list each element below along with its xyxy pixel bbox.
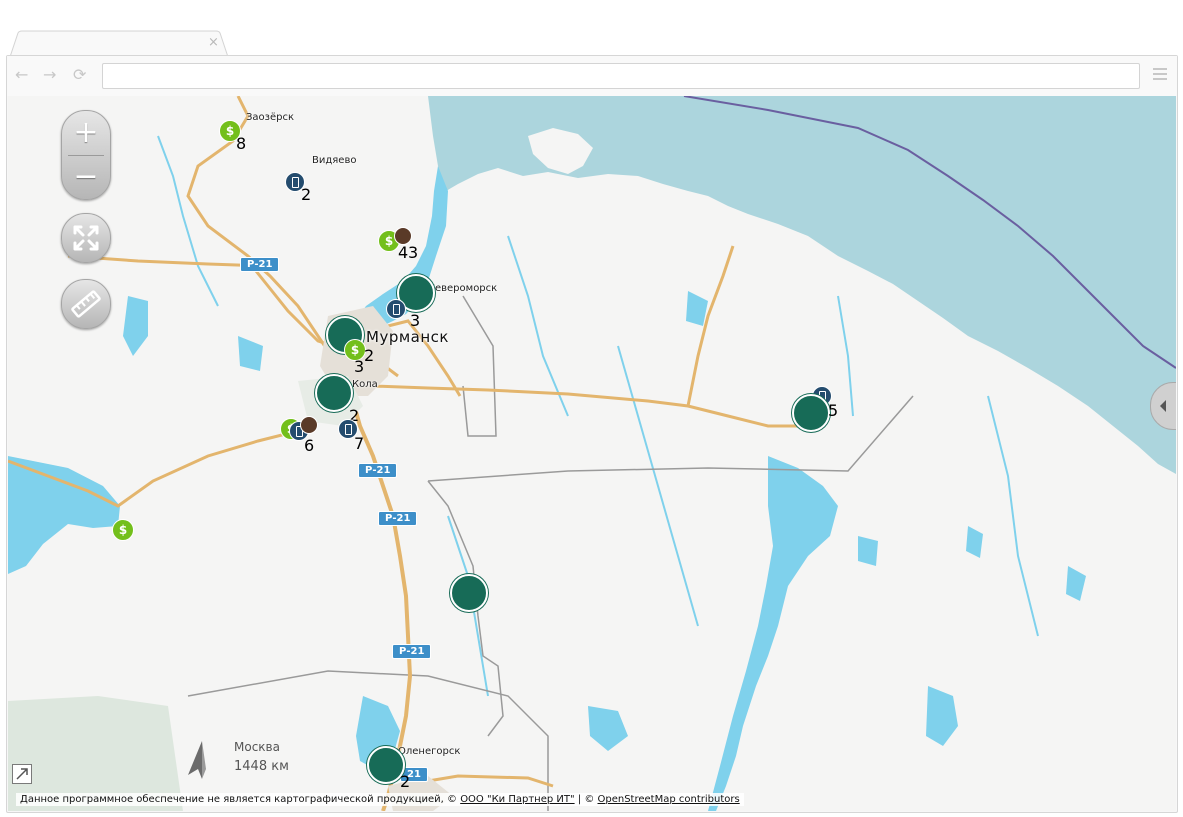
- place-label-murmansk: Мурманск: [366, 328, 449, 346]
- marker-count: 6: [304, 436, 315, 455]
- back-icon[interactable]: ←: [15, 66, 28, 84]
- tab-close-icon[interactable]: ×: [208, 36, 219, 50]
- map-view[interactable]: Заозёрск Видяево Североморск Мурманск Ко…: [8, 96, 1176, 811]
- place-label-zaozersk: Заозёрск: [246, 112, 295, 123]
- atm-marker-icon[interactable]: [386, 299, 406, 319]
- address-bar[interactable]: [102, 63, 1140, 89]
- marker-count: 2: [301, 185, 312, 204]
- direction-city: Москва: [234, 740, 280, 754]
- zoom-out-button[interactable]: −: [62, 155, 110, 199]
- money-marker-icon[interactable]: $: [112, 519, 134, 541]
- marker-count: 3: [410, 311, 421, 330]
- marker-count: 4: [398, 243, 409, 262]
- marker-count: 8: [236, 134, 247, 153]
- marker-count: 5: [828, 401, 839, 420]
- attribution-text: Данное программное обеспечение не являет…: [20, 794, 461, 805]
- marker-count: 2: [400, 772, 411, 791]
- place-label-olenegorsk: Оленегорск: [398, 746, 461, 757]
- marker-count: 3: [354, 357, 365, 376]
- marker-count: 3: [408, 243, 419, 262]
- fullscreen-icon: [73, 225, 99, 251]
- ruler-icon: [71, 290, 101, 318]
- bank-marker-icon[interactable]: [792, 394, 830, 432]
- road-shield: Р-21: [240, 257, 280, 272]
- ruler-button[interactable]: [61, 279, 111, 329]
- direction-distance: 1448 км: [234, 759, 289, 774]
- expand-icon[interactable]: [12, 764, 32, 784]
- direction-info: Москва 1448 км: [234, 738, 289, 776]
- place-label-vidyaevo: Видяево: [312, 155, 357, 166]
- direction-arrow-icon: [188, 741, 206, 779]
- marker-count: 2: [364, 346, 375, 365]
- place-label-kola: Кола: [352, 379, 378, 390]
- osm-link[interactable]: OpenStreetMap contributors: [598, 794, 740, 805]
- bank-marker-icon[interactable]: [450, 574, 488, 612]
- place-label-severomorsk: Североморск: [428, 283, 498, 294]
- browser-tab[interactable]: ×: [10, 30, 228, 58]
- menu-icon[interactable]: [1153, 68, 1167, 83]
- zoom-in-button[interactable]: +: [62, 111, 110, 155]
- attribution-separator: | ©: [574, 794, 598, 805]
- marker-count: 7: [354, 434, 365, 453]
- browser-window: ← → ⟳ Заозёрск Видяево Североморск Мурма…: [6, 55, 1178, 813]
- reload-icon[interactable]: ⟳: [73, 66, 86, 84]
- partner-link[interactable]: ООО "Ки Партнер ИТ": [460, 794, 574, 805]
- road-shield: Р-21: [392, 644, 432, 659]
- zoom-control: + −: [61, 110, 111, 200]
- map-attribution: Данное программное обеспечение не являет…: [16, 793, 744, 806]
- road-shield: Р-21: [378, 511, 418, 526]
- forward-icon[interactable]: →: [43, 66, 56, 84]
- map-base-layer: [8, 96, 1176, 811]
- fullscreen-button[interactable]: [61, 213, 111, 263]
- road-shield: Р-21: [358, 463, 398, 478]
- browser-toolbar: ← → ⟳: [7, 56, 1177, 96]
- service-marker-icon[interactable]: [300, 416, 318, 434]
- bank-marker-icon[interactable]: [315, 374, 353, 412]
